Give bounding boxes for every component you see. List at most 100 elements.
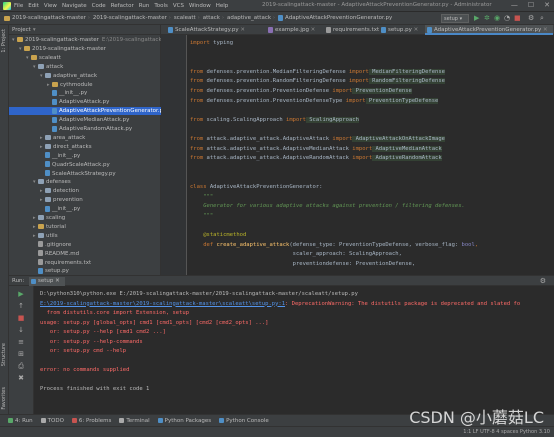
run-icon[interactable]: ▶ (474, 14, 479, 22)
stop-icon[interactable]: ■ (514, 14, 521, 22)
tree-item[interactable]: AdaptiveAttack.py (9, 98, 161, 106)
tree-item[interactable]: ▾ 2019-scalingattack-master E:\2019-scalin… (9, 36, 183, 44)
editor-tab[interactable]: AdaptiveAttackPreventionGenerator.py ✕ (425, 25, 553, 35)
breadcrumb-item[interactable]: AdaptiveAttackPreventionGenerator.py (285, 15, 392, 21)
menu-item-code[interactable]: Code (92, 3, 106, 9)
bottom-tool-button[interactable]: TODO (40, 418, 64, 424)
editor-tabs: ScaleAttackStrategy.py ✕ example.jpg ✕ req… (161, 25, 554, 35)
breadcrumb-item[interactable]: attack (203, 15, 220, 21)
code-line: from defenses.prevention.MedianFiltering… (190, 68, 445, 76)
tree-item[interactable]: ScaleAttackStrategy.py (9, 170, 161, 178)
profile-icon[interactable]: ◔ (504, 14, 510, 22)
down-arrow-icon[interactable]: ↓ (17, 326, 25, 334)
menu-item-file[interactable]: File (14, 3, 23, 9)
chevron-down-icon[interactable]: ▾ (33, 27, 36, 33)
bottom-tool-button[interactable]: Python Console (219, 418, 269, 424)
coverage-icon[interactable]: ◉ (494, 14, 500, 22)
tree-item-label: __init__.py (52, 152, 81, 159)
tree-item[interactable]: ▾ 2019-scalingattack-master (9, 45, 161, 53)
breadcrumb-item[interactable]: 2019-scalingattack-master (93, 15, 167, 21)
code-line: from attack.adaptive_attack.AdaptiveRand… (190, 154, 442, 162)
close-tab-icon[interactable]: ✕ (541, 27, 548, 33)
tree-item[interactable]: ▸ utils (9, 232, 161, 240)
close-icon[interactable]: ✕ (544, 1, 550, 9)
tree-item[interactable]: ▾ adaptive_attack (9, 72, 161, 80)
menu-item-help[interactable]: Help (216, 3, 229, 9)
print-icon[interactable]: ⎙ (17, 362, 25, 370)
up-arrow-icon[interactable]: ↑ (17, 302, 25, 310)
code-token: attack.adaptive_attack.AdaptiveMedianAtt… (203, 145, 353, 152)
favorites-tool-button[interactable]: Favorites (1, 387, 7, 410)
bottom-tool-button[interactable]: Terminal (119, 418, 150, 424)
bottom-tool-button[interactable]: 6: Problems (71, 418, 111, 424)
pin-icon[interactable]: ⊞ (17, 350, 25, 358)
code-token: import (332, 136, 353, 142)
menu-item-run[interactable]: Run (139, 3, 150, 9)
tree-item[interactable]: README.md (9, 250, 161, 258)
tree-item[interactable]: ▾ attack (9, 63, 161, 71)
console-text: Process finished with exit code 1 (40, 386, 150, 392)
tree-item[interactable]: ▾ defenses (9, 178, 161, 186)
tree-item[interactable]: __init__.py (9, 152, 161, 160)
editor-tab[interactable]: ScaleAttackStrategy.py ✕ (166, 25, 262, 35)
code-token: import (352, 155, 373, 162)
structure-tool-button[interactable]: Structure (1, 343, 7, 366)
tree-item-label: AdaptiveAttackPreventionGenerator.py (59, 108, 167, 115)
tree-item[interactable]: ▸ cythmodule (9, 81, 161, 89)
tree-item-label: 2019-scalingattack-master (32, 45, 106, 52)
stop-icon[interactable]: ■ (17, 314, 25, 322)
menu-item-refactor[interactable]: Refactor (111, 3, 134, 9)
package-icon (45, 134, 51, 140)
run-tab-setup[interactable]: setup ✕ (29, 277, 65, 286)
breadcrumb-item[interactable]: adaptive_attack (227, 15, 271, 21)
tree-item[interactable]: ▸ area_attack (9, 134, 161, 142)
editor-tab[interactable]: example.jpg ✕ (266, 25, 321, 35)
code-token: preventiondefense: PreventionDefense, (190, 260, 416, 267)
python-file-icon (52, 116, 57, 123)
breadcrumb-item[interactable]: 2019-scalingattack-master (12, 15, 86, 21)
rerun-icon[interactable]: ▶ (17, 290, 25, 298)
menu-item-navigate[interactable]: Navigate (62, 3, 87, 9)
tree-item[interactable]: ▸ detection (9, 187, 161, 195)
settings-icon[interactable]: ⚙ (528, 14, 534, 22)
gear-icon[interactable]: ⚙ (540, 277, 546, 285)
tree-item[interactable]: ▸ prevention (9, 196, 161, 204)
trash-icon[interactable]: ✖ (17, 374, 25, 382)
menu-item-edit[interactable]: Edit (28, 3, 39, 9)
close-tab-icon[interactable]: ✕ (239, 27, 245, 33)
tree-item[interactable]: ▸ scaling (9, 214, 161, 222)
debug-icon[interactable]: ✲ (484, 14, 490, 22)
run-config-select[interactable]: setup ▾ (441, 14, 469, 23)
bottom-tool-button[interactable]: Python Packages (157, 418, 211, 424)
bottom-tool-label: 4: Run (15, 417, 33, 424)
console-file-link[interactable]: E:\2019-scalingattack-master\2019-scalin… (40, 301, 285, 307)
editor-tab[interactable]: setup.py ✕ (379, 25, 422, 35)
tree-item[interactable]: __init__.py (9, 205, 161, 213)
close-tab-icon[interactable]: ✕ (412, 27, 419, 33)
menu-item-window[interactable]: Window (189, 3, 211, 9)
tree-item[interactable]: AdaptiveAttackPreventionGenerator.py (9, 107, 166, 116)
tree-item[interactable]: AdaptiveMedianAttack.py (9, 116, 161, 124)
project-tool-button[interactable]: 1: Project (1, 29, 7, 53)
tree-item[interactable]: ▾ scaleatt (9, 54, 161, 62)
bottom-tool-button[interactable]: 4: Run (8, 418, 33, 424)
maximize-icon[interactable]: ☐ (528, 1, 534, 9)
menu-item-tools[interactable]: Tools (154, 3, 168, 9)
menu-item-view[interactable]: View (44, 3, 57, 9)
tree-item[interactable]: ▸ direct_attacks (9, 143, 161, 151)
status-info: 1:1 LF UTF-8 4 spaces Python 3.10 (463, 429, 550, 435)
wrap-icon[interactable]: ≡ (17, 338, 25, 346)
search-icon[interactable]: ⌕ (540, 14, 544, 22)
tree-item-label: __init__.py (52, 206, 81, 213)
breadcrumb-item[interactable]: scaleatt (174, 15, 196, 21)
tree-item[interactable]: .gitignore (9, 241, 161, 249)
close-tab-icon[interactable]: ✕ (309, 27, 316, 33)
tree-item[interactable]: QuadrScaleAttack.py (9, 161, 161, 169)
menu-item-vcs[interactable]: VCS (173, 3, 184, 9)
tree-item[interactable]: requirements.txt (9, 259, 161, 267)
minimize-icon[interactable]: — (511, 1, 518, 9)
tree-item[interactable]: ▸ tutorial (9, 223, 161, 231)
tree-item[interactable]: __init__.py (9, 89, 161, 97)
tree-item[interactable]: AdaptiveRandomAttack.py (9, 125, 161, 133)
editor-tab[interactable]: requirements.txt ✕ (324, 25, 385, 35)
